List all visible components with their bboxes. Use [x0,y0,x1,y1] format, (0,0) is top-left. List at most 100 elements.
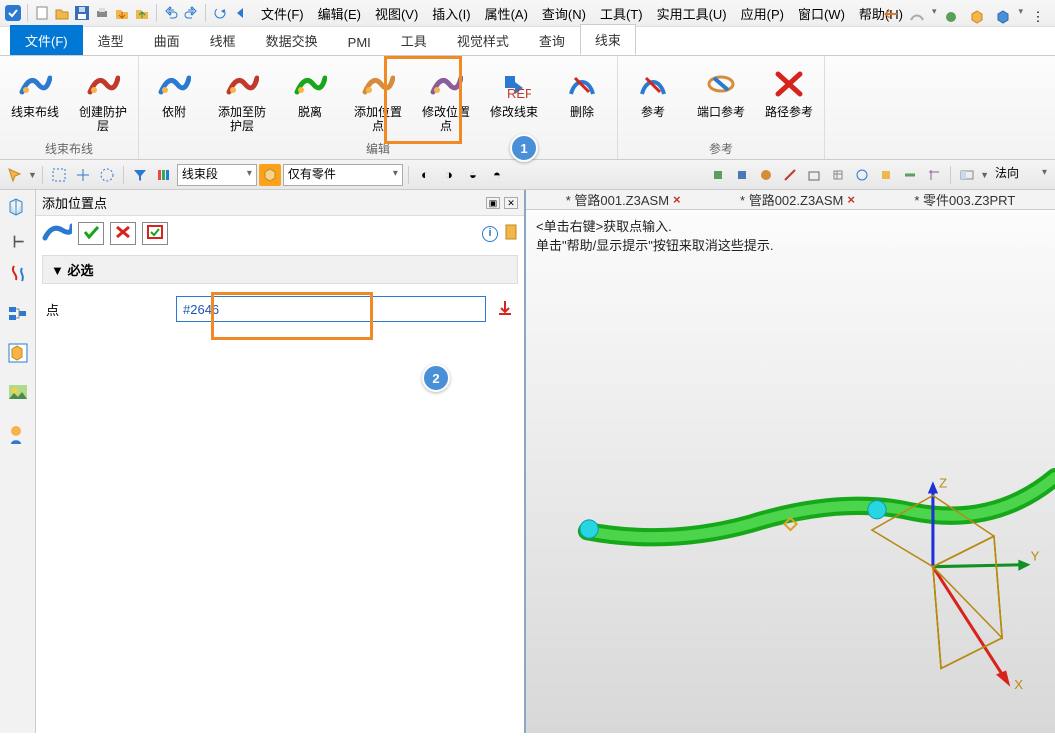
ribbon-button[interactable]: 删除 [553,62,611,123]
doc-tab[interactable]: * 零件003.Z3PRT [914,190,1015,209]
tb-icon[interactable]: ◐ [414,164,436,186]
tool-icon[interactable] [827,164,849,186]
ribbon-tabs: 文件(F)造型曲面线框数据交换PMI工具视觉样式查询线束 [0,27,1055,55]
refresh-icon[interactable] [211,4,229,22]
tool-icon[interactable] [923,164,945,186]
side-icon[interactable] [7,342,29,367]
ribbon-button[interactable]: 端口参考 [692,62,750,123]
ribbon-tab[interactable]: 工具 [386,25,442,55]
ribbon-button[interactable]: 创建防护层 [74,62,132,137]
tb-icon[interactable]: ◑ [438,164,460,186]
tool-icon[interactable] [779,164,801,186]
menu-item[interactable]: 属性(A) [481,2,532,25]
nav-back-icon[interactable] [231,4,249,22]
selector-1[interactable]: 线束段 [177,164,257,186]
tool-icon[interactable] [731,164,753,186]
menu-item[interactable]: 工具(T) [596,2,647,25]
print-icon[interactable] [93,4,111,22]
menu-item[interactable]: 文件(F) [257,2,308,25]
menu-item[interactable]: 查询(N) [538,2,590,25]
view-icon[interactable] [956,164,978,186]
close-tab-icon[interactable]: × [673,192,681,207]
cube-icon[interactable] [259,164,281,186]
point-input[interactable] [176,296,486,322]
pick-point-icon[interactable] [496,299,514,320]
ribbon-tab[interactable]: 文件(F) [10,25,83,55]
menu-item[interactable]: 窗口(W) [794,2,849,25]
side-icon[interactable] [8,264,28,289]
tool-icon[interactable] [803,164,825,186]
panel-collapse-icon[interactable]: ▣ [486,197,500,209]
vp-icon[interactable] [940,6,962,28]
vp-icon[interactable]: ⋮ [1027,6,1049,28]
cancel-button[interactable] [110,222,136,245]
open-icon[interactable] [53,4,71,22]
menu-item[interactable]: 实用工具(U) [653,2,731,25]
tool-icon[interactable] [707,164,729,186]
side-icon[interactable]: ┣━ [11,237,23,248]
tb-icon[interactable]: ◓ [486,164,508,186]
panel-close-icon[interactable]: ✕ [504,197,518,209]
ribbon-button[interactable]: 参考 [624,62,682,123]
tb-icon[interactable]: ◒ [462,164,484,186]
ribbon-button[interactable]: REF修改线束 [485,62,543,123]
new-icon[interactable] [33,4,51,22]
expand-icon[interactable] [504,223,518,244]
ribbon-icon [292,66,328,102]
app-icon[interactable] [4,4,22,22]
side-icon[interactable] [8,424,28,449]
ribbon-tab[interactable]: 造型 [83,25,139,55]
vp-icon[interactable] [992,6,1014,28]
menu-item[interactable]: 插入(I) [428,2,474,25]
doc-tab[interactable]: * 管路001.Z3ASM × [566,190,681,209]
close-tab-icon[interactable]: × [847,192,855,207]
section-header[interactable]: ▼ 必选 [42,255,518,284]
ribbon-button[interactable]: 添加位置点 [349,62,407,137]
doc-tab[interactable]: * 管路002.Z3ASM × [740,190,855,209]
ribbon-tab[interactable]: PMI [333,29,386,55]
ribbon-button[interactable]: 依附 [145,62,203,123]
ribbon-tab[interactable]: 线束 [580,24,636,55]
selector-2[interactable]: 仅有零件 [283,164,403,186]
ribbon-tab[interactable]: 数据交换 [251,25,333,55]
save-icon[interactable] [73,4,91,22]
ok-button[interactable] [78,222,104,245]
vp-icon[interactable] [880,6,902,28]
filter-icon[interactable] [129,164,151,186]
tool-icon[interactable] [755,164,777,186]
menu-item[interactable]: 视图(V) [371,2,422,25]
ribbon-button[interactable]: 脱离 [281,62,339,123]
box-select-icon[interactable] [48,164,70,186]
cursor-icon[interactable] [4,164,26,186]
tool-icon[interactable] [875,164,897,186]
callout-1: 1 [510,134,538,162]
selector-3[interactable]: 法向 [991,164,1051,186]
menu-item[interactable]: 编辑(E) [314,2,365,25]
viewport-3d[interactable]: Z Y X [526,260,1055,741]
palette-icon[interactable] [153,164,175,186]
ribbon-tab[interactable]: 线框 [195,25,251,55]
info-icon[interactable]: i [482,226,498,242]
apply-button[interactable] [142,222,168,245]
redo-icon[interactable] [182,4,200,22]
ribbon-tab[interactable]: 视觉样式 [442,25,524,55]
undo-icon[interactable] [162,4,180,22]
ribbon-button[interactable]: 路径参考 [760,62,818,123]
vp-icon[interactable] [966,6,988,28]
side-icon[interactable] [7,196,29,221]
menu-item[interactable]: 应用(P) [737,2,788,25]
side-icon[interactable] [7,383,29,408]
ribbon-tab[interactable]: 曲面 [139,25,195,55]
tool-icon[interactable] [899,164,921,186]
circle-select-icon[interactable] [96,164,118,186]
export-icon[interactable] [133,4,151,22]
ribbon-button[interactable]: 添加至防护层 [213,62,271,137]
ribbon-button[interactable]: 线束布线 [6,62,64,123]
side-icon[interactable] [7,305,29,326]
crosshair-icon[interactable] [72,164,94,186]
vp-icon[interactable] [906,6,928,28]
import-icon[interactable] [113,4,131,22]
ribbon-button[interactable]: 修改位置点 [417,62,475,137]
ribbon-tab[interactable]: 查询 [524,25,580,55]
tool-icon[interactable] [851,164,873,186]
